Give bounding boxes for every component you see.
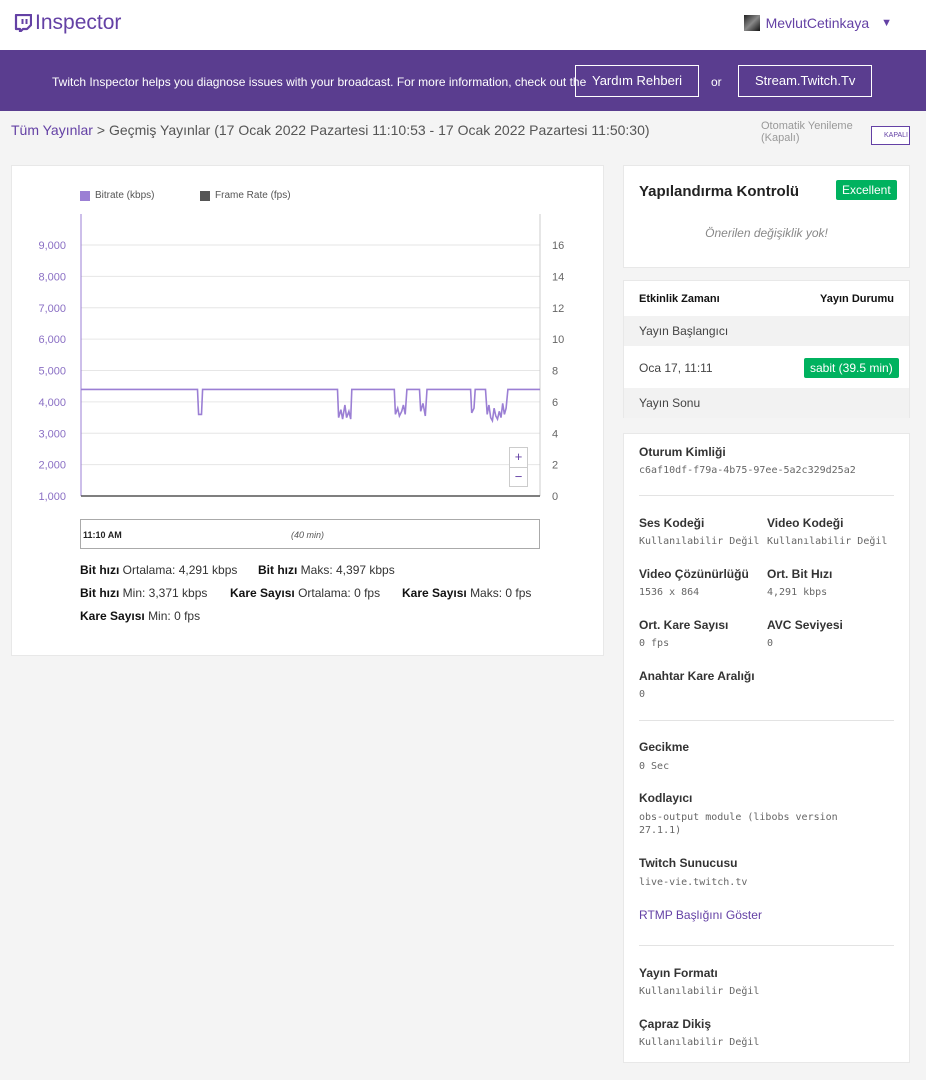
event-row-end-label: Yayın Sonu [624, 388, 909, 418]
banner-or: or [711, 75, 722, 89]
user-menu[interactable]: MevlutCetinkaya ▼ [743, 15, 892, 31]
session-details-card: Oturum Kimliği c6af10df-f79a-4b75-97ee-5… [623, 433, 910, 1063]
encoder-label: Kodlayıcı [639, 791, 693, 805]
y-left-tick-label: 5,000 [38, 366, 66, 378]
y-right-tick-label: 0 [552, 491, 558, 503]
y-right-tick-label: 16 [552, 240, 564, 252]
caret-down-icon: ▼ [881, 17, 892, 29]
events-header: Etkinlik Zamanı Yayın Durumu [639, 293, 894, 305]
y-left-tick-label: 9,000 [38, 240, 66, 252]
y-left-tick-label: 1,000 [38, 491, 66, 503]
y-left-tick-label: 8,000 [38, 271, 66, 283]
latency-label: Gecikme [639, 740, 690, 754]
y-right-tick-label: 4 [552, 428, 558, 440]
quality-badge: Excellent [836, 180, 897, 200]
divider [639, 945, 894, 946]
no-change-message: Önerilen değişiklik yok! [705, 226, 828, 240]
zoom-out-button[interactable]: − [510, 467, 527, 486]
events-card: Etkinlik Zamanı Yayın Durumu Yayın Başlan… [623, 280, 910, 418]
timeline-start-label: 11:10 AM [83, 530, 122, 540]
col-event-time: Etkinlik Zamanı [639, 293, 720, 305]
y-left-tick-label: 7,000 [38, 303, 66, 315]
keyframe-interval-value: 0 [639, 689, 646, 700]
help-guide-button[interactable]: Yardım Rehberi [575, 65, 700, 97]
app-title: Inspector [35, 11, 122, 34]
y-right-tick-label: 12 [552, 303, 564, 315]
col-stream-status: Yayın Durumu [820, 293, 894, 305]
user-name: MevlutCetinkaya [765, 15, 870, 31]
timeline-span-label: (40 min) [291, 530, 325, 540]
info-banner: Twitch Inspector helps you diagnose issu… [0, 50, 926, 111]
encoder-value: obs-output module (libobs version 27.1.1… [639, 812, 838, 836]
divider [639, 495, 894, 496]
breadcrumb: Tüm Yayınlar > Geçmiş Yayınlar (17 Ocak … [11, 122, 650, 138]
stream-format-value: Kullanılabilir Değil [639, 986, 760, 997]
interlace-value: Kullanılabilir Değil [639, 1037, 760, 1048]
video-codec-value: Kullanılabilir Değil [767, 536, 888, 547]
y-right-tick-label: 10 [552, 334, 564, 346]
stream-twitch-tv-button[interactable]: Stream.Twitch.Tv [738, 65, 873, 97]
y-right-tick-label: 6 [552, 397, 558, 409]
config-check-title: Yapılandırma Kontrolü [639, 183, 800, 200]
avg-fps-label: Ort. Kare Sayısı [639, 618, 729, 632]
autorefresh-toggle[interactable]: KAPALI [871, 126, 910, 145]
y-left-tick-label: 4,000 [38, 397, 66, 409]
stat-fps-max: Kare Sayısı Maks: 0 fps [402, 586, 532, 600]
twitch-glitch-icon [14, 14, 32, 32]
y-left-tick-label: 3,000 [38, 428, 66, 440]
session-id-value: c6af10df-f79a-4b75-97ee-5a2c329d25a2 [639, 465, 856, 476]
status-badge: sabit (39.5 min) [804, 358, 899, 378]
avc-level-label: AVC Seviyesi [767, 618, 843, 632]
y-right-tick-label: 14 [552, 271, 564, 283]
event-row-start-label: Yayın Başlangıcı [624, 316, 909, 346]
audio-codec-value: Kullanılabilir Değil [639, 536, 760, 547]
breadcrumb-separator: > [96, 122, 106, 138]
latency-value: 0 Sec [639, 761, 670, 772]
stat-bitrate-avg: Bit hızı Ortalama: 4,291 kbps [80, 563, 238, 577]
stat-bitrate-max: Bit hızı Maks: 4,397 kbps [258, 563, 395, 577]
y-right-tick-label: 2 [552, 460, 558, 472]
app-logo[interactable]: Inspector [14, 11, 121, 35]
stat-fps-avg: Kare Sayısı Ortalama: 0 fps [230, 586, 381, 600]
resolution-label: Video Çözünürlüğü [639, 567, 749, 581]
session-id-label: Oturum Kimliği [639, 445, 726, 459]
resolution-value: 1536 x 864 [639, 587, 700, 598]
breadcrumb-current: Geçmiş Yayınlar (17 Ocak 2022 Pazartesi … [108, 122, 650, 138]
bitrate-series-line [81, 388, 540, 424]
twitch-server-label: Twitch Sunucusu [639, 856, 738, 870]
config-check-card: Yapılandırma Kontrolü Excellent Önerilen… [623, 165, 910, 268]
twitch-server-value: live-vie.twitch.tv [639, 877, 748, 888]
timeline-navigator[interactable]: 11:10 AM (40 min) [80, 519, 540, 549]
show-rtmp-header-link[interactable]: RTMP Başlığını Göster [639, 908, 762, 922]
chart-panel: Bitrate (kbps) Frame Rate (fps) 9,000 8,0… [11, 165, 604, 656]
avatar [743, 15, 760, 31]
video-codec-label: Video Kodeği [767, 516, 844, 530]
zoom-controls: + − [509, 447, 528, 487]
stream-format-label: Yayın Formatı [639, 966, 718, 980]
audio-codec-label: Ses Kodeği [639, 516, 705, 530]
y-left-tick-label: 6,000 [38, 334, 66, 346]
stat-bitrate-min: Bit hızı Min: 3,371 kbps [80, 586, 208, 600]
divider [639, 720, 894, 721]
avg-bitrate-label: Ort. Bit Hızı [767, 567, 833, 581]
avg-bitrate-value: 4,291 kbps [767, 587, 828, 598]
breadcrumb-all-streams[interactable]: Tüm Yayınlar [11, 122, 93, 138]
event-time: Oca 17, 11:11 [639, 361, 713, 375]
banner-text: Twitch Inspector helps you diagnose issu… [52, 75, 587, 89]
zoom-in-button[interactable]: + [510, 448, 527, 467]
avg-fps-value: 0 fps [639, 638, 670, 649]
stat-fps-min: Kare Sayısı Min: 0 fps [80, 609, 201, 623]
keyframe-interval-label: Anahtar Kare Aralığı [639, 669, 755, 683]
y-right-tick-label: 8 [552, 366, 558, 378]
y-left-tick-label: 2,000 [38, 460, 66, 472]
top-bar: Inspector MevlutCetinkaya ▼ [0, 0, 926, 50]
interlace-label: Çapraz Dikiş [639, 1017, 712, 1031]
autorefresh-label: Otomatik Yenileme (Kapalı) [761, 120, 853, 144]
avc-level-value: 0 [767, 638, 774, 649]
